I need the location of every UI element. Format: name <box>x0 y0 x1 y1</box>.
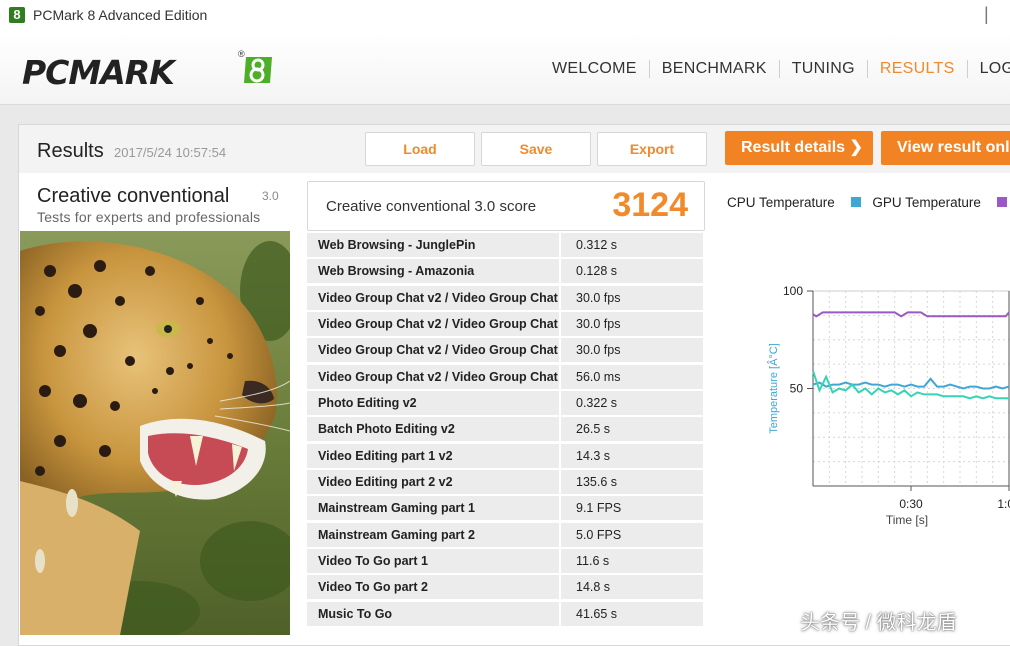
row-test-value: 135.6 s <box>576 475 618 490</box>
legend-third-swatch <box>996 197 1007 207</box>
view-result-online-button[interactable]: View result online <box>881 131 1010 165</box>
y-left-tick-label: 50 <box>790 382 804 396</box>
row-test-value: 11.6 s <box>576 554 610 569</box>
row-test-name: Video To Go part 2 <box>307 575 561 600</box>
row-test-value: 9.1 FPS <box>576 501 622 516</box>
table-row: Web Browsing - JunglePin 0.312 s <box>307 233 703 257</box>
legend-gpu-swatch <box>850 197 861 207</box>
leopard-image <box>20 231 290 635</box>
results-date: 2017/5/24 10:57:54 <box>114 145 227 160</box>
row-test-name: Batch Photo Editing v2 <box>307 417 561 442</box>
chart-area: CPU Temperature GPU Temperature 10050402… <box>725 175 1010 645</box>
row-test-value: 30.0 fps <box>576 343 621 358</box>
score-box: Creative conventional 3.0 score 3124 <box>307 181 705 231</box>
row-test-name: Mainstream Gaming part 1 <box>307 496 561 521</box>
table-row: Photo Editing v2 0.322 s <box>307 391 703 416</box>
row-test-value: 56.0 ms <box>576 369 621 384</box>
row-test-value: 0.312 s <box>576 238 618 252</box>
test-description: Tests for experts and professionals <box>37 209 261 225</box>
row-test-name: Video Group Chat v2 / Video Group Chat <box>307 338 561 363</box>
x-tick-label: 1:00 <box>997 497 1010 511</box>
row-test-value: 0.128 s <box>576 264 618 279</box>
row-test-value: 26.5 s <box>576 422 611 437</box>
results-table: Web Browsing - JunglePin 0.312 s Web Brows… <box>307 233 703 628</box>
row-test-value: 30.0 fps <box>576 290 621 305</box>
nav-welcome[interactable]: WELCOME <box>540 60 650 78</box>
row-test-value: 14.8 s <box>576 580 611 595</box>
nav-results[interactable]: RESULTS <box>868 60 968 78</box>
row-test-name: Video Group Chat v2 / Video Group Chat <box>307 312 561 337</box>
table-row: Video Editing part 1 v2 14.3 s <box>307 443 703 468</box>
load-button[interactable]: Load <box>365 132 475 166</box>
row-test-value: 41.65 s <box>576 606 618 621</box>
test-version: 3.0 <box>262 189 279 203</box>
app-icon: 8 <box>9 7 25 23</box>
table-row: Video To Go part 1 11.6 s <box>307 549 703 574</box>
nav-tuning[interactable]: TUNING <box>780 60 868 78</box>
row-test-name: Video Group Chat v2 / Video Group Chat <box>307 285 561 310</box>
temperature-chart: 10050402000:301:00Time [s]Temperature [Â… <box>767 284 1010 527</box>
row-test-name: Video Editing part 1 v2 <box>307 443 561 468</box>
legend-gpu: GPU Temperature <box>872 195 981 210</box>
nav-benchmark[interactable]: BENCHMARK <box>650 60 780 78</box>
app-header: PCMARK ® WELCOME BENCHMARK TUNING RESULT… <box>0 32 1010 105</box>
nav-log[interactable]: LOG <box>968 60 1010 78</box>
logo-text: PCMARK <box>22 53 175 92</box>
x-axis-label: Time [s] <box>886 513 928 527</box>
window-title: PCMark 8 Advanced Edition <box>33 7 208 23</box>
row-test-name: Video Group Chat v2 / Video Group Chat <box>307 364 561 389</box>
table-row: Web Browsing - Amazonia 0.128 s <box>307 259 703 284</box>
table-row: Video To Go part 2 14.8 s <box>307 575 703 600</box>
table-row: Mainstream Gaming part 2 5.0 FPS <box>307 522 703 547</box>
export-button[interactable]: Export <box>597 132 707 166</box>
main-nav: WELCOME BENCHMARK TUNING RESULTS LOG <box>540 60 1010 78</box>
table-row: Video Editing part 2 v2 135.6 s <box>307 470 703 495</box>
row-test-name: Video To Go part 1 <box>307 549 561 574</box>
window-control-edge[interactable]: | <box>984 4 989 25</box>
row-test-name: Music To Go <box>307 601 561 626</box>
y-left-tick-label: 100 <box>783 284 803 298</box>
table-row: Video Group Chat v2 / Video Group Chat 30… <box>307 285 703 310</box>
row-test-name: Web Browsing - Amazonia <box>307 259 561 284</box>
results-title: Results <box>37 140 104 162</box>
table-row: Video Group Chat v2 / Video Group Chat 56… <box>307 364 703 389</box>
y-axis-label: Temperature [Â°C] <box>767 343 780 434</box>
table-row: Music To Go 41.65 s <box>307 601 703 626</box>
row-test-value: 5.0 FPS <box>576 527 622 542</box>
title-bar: 8 PCMark 8 Advanced Edition | <box>0 0 1010 32</box>
logo-8-badge-icon <box>244 57 272 83</box>
result-details-button[interactable]: Result details ❯ <box>725 131 873 165</box>
watermark: 头条号 / 微科龙盾 <box>800 612 957 634</box>
x-tick-label: 0:30 <box>899 497 923 511</box>
save-button[interactable]: Save <box>481 132 591 166</box>
test-name: Creative conventional <box>37 185 230 207</box>
leopard-illustration <box>20 231 290 635</box>
row-test-name: Web Browsing - JunglePin <box>307 233 561 257</box>
score-label: Creative conventional 3.0 score <box>326 198 537 215</box>
row-test-value: 0.322 s <box>576 396 618 411</box>
row-test-name: Video Editing part 2 v2 <box>307 470 561 495</box>
row-test-value: 30.0 fps <box>576 317 621 332</box>
row-test-value: 14.3 s <box>576 448 611 463</box>
table-row: Video Group Chat v2 / Video Group Chat 30… <box>307 312 703 337</box>
table-row: Batch Photo Editing v2 26.5 s <box>307 417 703 442</box>
results-panel: Results 2017/5/24 10:57:54 Load Save Exp… <box>18 124 1010 646</box>
chart-legend: CPU Temperature GPU Temperature <box>727 195 1010 210</box>
legend-cpu: CPU Temperature <box>727 195 835 210</box>
results-header: Results 2017/5/24 10:57:54 Load Save Exp… <box>19 125 1010 173</box>
score-value: 3124 <box>612 186 688 224</box>
table-row: Video Group Chat v2 / Video Group Chat 30… <box>307 338 703 363</box>
row-test-name: Mainstream Gaming part 2 <box>307 522 561 547</box>
table-row: Mainstream Gaming part 1 9.1 FPS <box>307 496 703 521</box>
row-test-name: Photo Editing v2 <box>307 391 561 416</box>
